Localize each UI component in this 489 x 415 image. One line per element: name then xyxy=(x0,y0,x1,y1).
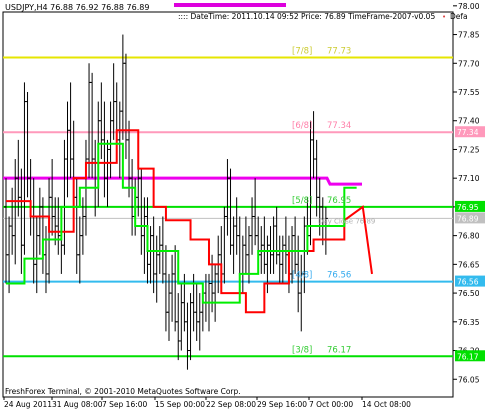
level-name-label: [4/8] xyxy=(292,271,312,281)
x-tick-label: 29 Sep 16:00 xyxy=(257,400,307,409)
price-tag-label: 76.95 xyxy=(457,203,479,212)
level-name-label: [6/8] xyxy=(292,121,312,131)
indicator-extra: Defa xyxy=(450,12,468,21)
level-name-label: [7/8] xyxy=(292,47,312,57)
x-tick-label: 7 Oct 00:00 xyxy=(309,400,353,409)
y-tick-label: 77.85 xyxy=(458,31,480,40)
level-name-label: [3/8] xyxy=(292,345,312,355)
x-tick-label: 14 Oct 08:00 xyxy=(362,400,411,409)
level-value-label: 76.56 xyxy=(327,271,351,281)
x-tick-label: 7 Sep 16:00 xyxy=(102,400,148,409)
price-tag-label: 76.89 xyxy=(457,214,479,223)
chart-canvas[interactable]: USDJPY,H4 76.88 76.92 76.88 76.89 :::: D… xyxy=(0,0,489,411)
level-value-label: 77.73 xyxy=(327,47,351,57)
extra-marker: • xyxy=(442,13,446,21)
scroll-handle[interactable] xyxy=(174,3,286,7)
price-chart-window[interactable]: USDJPY,H4 76.88 76.92 76.88 76.89 :::: D… xyxy=(0,0,489,411)
y-tick-label: 76.65 xyxy=(458,260,480,269)
symbol-info: USDJPY,H4 76.88 76.92 76.88 76.89 xyxy=(5,3,149,12)
y-tick-label: 76.35 xyxy=(458,318,480,327)
footer-copyright: FreshForex Terminal, © 2001-2010 MetaQuo… xyxy=(5,387,241,396)
x-tick-label: 15 Sep 00:00 xyxy=(155,400,205,409)
price-tag-label: 76.56 xyxy=(457,278,479,287)
x-tick-label: 24 Aug 2011 xyxy=(4,400,52,409)
level-name-label: [5/8] xyxy=(292,196,312,206)
y-axis: 78.00 77.85 77.70 77.55 77.40 77.25 77.10 76.95… xyxy=(453,2,485,384)
level-value-label: 77.34 xyxy=(327,121,351,131)
y-tick-label: 77.70 xyxy=(458,59,480,68)
plot-background xyxy=(2,11,454,398)
price-tag-label: 76.17 xyxy=(457,352,479,361)
level-value-label: 76.17 xyxy=(327,345,351,355)
y-tick-label: 78.00 xyxy=(458,2,480,11)
price-tag-label: 77.34 xyxy=(457,128,479,137)
y-tick-label: 77.40 xyxy=(458,117,480,126)
y-tick-label: 77.10 xyxy=(458,174,480,183)
x-tick-label: 31 Aug 08:00 xyxy=(52,400,103,409)
level-value-label: 76.95 xyxy=(327,196,351,206)
x-tick-label: 22 Sep 08:00 xyxy=(206,400,256,409)
indicator-info: :::: DateTime: 2011.10.14 09:52 Price: 7… xyxy=(178,12,435,21)
y-tick-label: 76.80 xyxy=(458,232,480,241)
y-tick-label: 76.50 xyxy=(458,289,480,298)
y-tick-label: 77.55 xyxy=(458,88,480,97)
x-axis: 24 Aug 2011 31 Aug 08:00 7 Sep 16:00 15 Sep… xyxy=(3,397,411,409)
y-tick-label: 76.05 xyxy=(458,375,480,384)
daily-close-label: Day Close 76.89 xyxy=(318,217,375,225)
y-tick-label: 77.25 xyxy=(458,145,480,154)
